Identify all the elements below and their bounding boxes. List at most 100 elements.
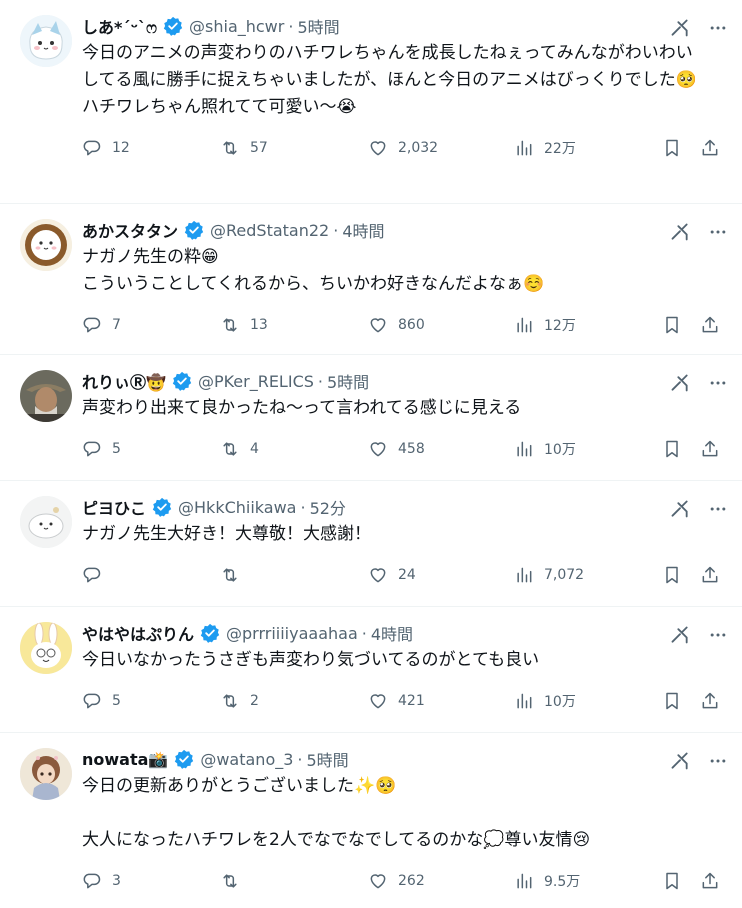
share-button[interactable] [700,138,720,158]
handle[interactable]: @shia_hcwr [189,17,284,36]
timestamp[interactable]: 4時間 [342,218,384,242]
share-button[interactable] [700,439,720,459]
like-count: 421 [398,693,425,709]
display-name[interactable]: あかスタタン [82,218,178,242]
tweet-text: 声変わり出来て良かったね～って言われてる感じに見える [82,398,522,418]
more-icon[interactable] [708,499,728,519]
grok-icon[interactable] [670,499,690,519]
more-icon[interactable] [708,18,728,38]
timestamp[interactable]: 5時間 [327,369,369,393]
tweet[interactable]: ピヨひこ @HkkChiikawa · 52分 ナガノ先生大好き！大尊敬！大感謝… [0,481,742,607]
like-count: 458 [398,441,425,457]
bookmark-button[interactable] [662,565,700,585]
bookmark-button[interactable] [662,439,700,459]
views-button[interactable]: 10万 [514,439,662,459]
separator-dot: · [297,749,303,769]
timestamp[interactable]: 52分 [310,495,346,519]
views-button[interactable]: 10万 [514,691,662,711]
action-bar: 5 4 458 10万 [82,424,726,474]
tweet[interactable]: れりぃⓇ🤠 @PKer_RELICS · 5時間 声変わり出来て良かったね～って… [0,355,742,481]
like-button[interactable]: 2,032 [368,138,514,158]
avatar[interactable] [20,219,72,271]
grok-icon[interactable] [670,625,690,645]
retweet-count: 13 [250,317,268,333]
retweet-button[interactable]: 57 [220,138,368,158]
bookmark-button[interactable] [662,691,700,711]
retweet-button[interactable]: 2 [220,691,368,711]
handle[interactable]: @prrriiiiyaaahaa [226,624,358,643]
handle[interactable]: @HkkChiikawa [178,498,296,517]
tweet[interactable]: あかスタタン @RedStatan22 · 4時間 ナガノ先生の粋😁 こういうこ… [0,204,742,355]
display-name[interactable]: やはやはぷりん [82,621,194,645]
like-button[interactable]: 458 [368,439,514,459]
more-icon[interactable] [708,625,728,645]
views-count: 22万 [544,141,576,157]
verified-badge-icon [184,220,204,240]
bookmark-button[interactable] [662,138,700,158]
share-button[interactable] [700,691,720,711]
share-button[interactable] [700,565,720,585]
views-button[interactable]: 12万 [514,315,662,335]
display-name[interactable]: ピヨひこ [82,495,146,519]
reply-button[interactable]: 7 [82,315,220,335]
reply-button[interactable]: 5 [82,439,220,459]
views-button[interactable]: 9.5万 [514,871,662,891]
timestamp[interactable]: 5時間 [307,747,349,771]
verified-badge-icon [152,497,172,517]
timestamp[interactable]: 5時間 [297,14,339,38]
timestamp[interactable]: 4時間 [371,621,413,645]
retweet-button[interactable]: 4 [220,439,368,459]
reply-button[interactable]: 5 [82,691,220,711]
grok-icon[interactable] [670,18,690,38]
more-icon[interactable] [708,751,728,771]
display-name[interactable]: nowata📸 [82,750,168,769]
grok-icon[interactable] [670,222,690,242]
grok-icon[interactable] [670,373,690,393]
reply-button[interactable]: 12 [82,138,220,158]
verified-badge-icon [200,623,220,643]
grok-icon[interactable] [670,751,690,771]
views-count: 12万 [544,318,576,334]
tweet[interactable]: しあ*´ᵕ`ෆ @shia_hcwr · 5時間 今日のアニメの声変わりのハチワ… [0,0,742,204]
views-icon [517,441,532,457]
retweet-button[interactable]: 13 [220,315,368,335]
avatar[interactable] [20,622,72,674]
like-button[interactable]: 24 [368,565,514,585]
avatar[interactable] [20,496,72,548]
bookmark-button[interactable] [662,871,700,891]
more-icon[interactable] [708,222,728,242]
share-button[interactable] [700,315,720,335]
views-icon [517,873,532,889]
display-name[interactable]: しあ*´ᵕ`ෆ [82,14,157,38]
avatar[interactable] [20,15,72,67]
handle[interactable]: @PKer_RELICS [198,372,314,391]
more-icon[interactable] [708,373,728,393]
avatar[interactable] [20,370,72,422]
reply-button[interactable]: 3 [82,871,220,891]
avatar[interactable] [20,748,72,800]
share-button[interactable] [700,871,720,891]
views-count: 10万 [544,442,576,458]
like-button[interactable]: 262 [368,871,514,891]
reply-icon [83,441,101,457]
tweet[interactable]: nowata📸 @watano_3 · 5時間 今日の更新ありがとうございました… [0,733,742,908]
retweet-button[interactable] [220,871,368,891]
handle[interactable]: @RedStatan22 [210,221,329,240]
action-bar: 12 57 2,032 22万 [82,123,726,173]
views-button[interactable]: 22万 [514,138,662,158]
like-button[interactable]: 860 [368,315,514,335]
handle[interactable]: @watano_3 [200,750,293,769]
reply-count: 5 [112,441,121,457]
tweet[interactable]: やはやはぷりん @prrriiiiyaaahaa · 4時間 今日いなかったうさ… [0,607,742,733]
views-button[interactable]: 7,072 [514,565,662,585]
retweet-count: 2 [250,693,259,709]
reply-button[interactable] [82,565,220,585]
display-name[interactable]: れりぃⓇ🤠 [82,369,166,393]
reply-count: 5 [112,693,121,709]
retweet-count: 4 [250,441,259,457]
like-button[interactable]: 421 [368,691,514,711]
bookmark-button[interactable] [662,315,700,335]
share-icon [702,566,718,583]
retweet-button[interactable] [220,565,368,585]
views-count: 10万 [544,694,576,710]
